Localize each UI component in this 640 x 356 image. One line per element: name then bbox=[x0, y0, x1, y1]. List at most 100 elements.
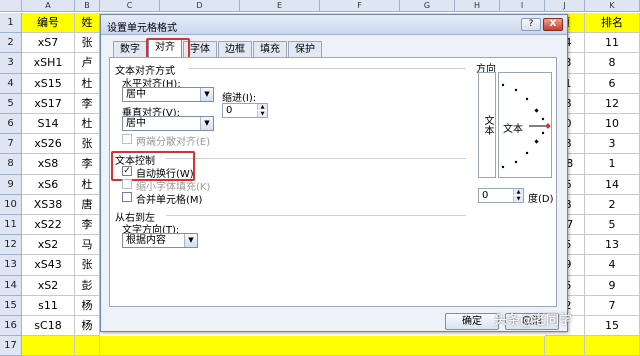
chevron-down-icon[interactable]: ▼ bbox=[200, 88, 213, 101]
col-header-e[interactable]: E bbox=[240, 0, 320, 12]
table-cell-a[interactable]: S14 bbox=[22, 114, 75, 135]
table-cell-b[interactable]: 杨 bbox=[75, 295, 100, 316]
spin-up-icon[interactable]: ▲ bbox=[257, 104, 267, 110]
row-header[interactable]: 8 bbox=[0, 154, 22, 175]
row-header[interactable]: 3 bbox=[0, 53, 22, 74]
header-cell-b[interactable]: 姓 bbox=[75, 13, 100, 34]
chevron-down-icon[interactable]: ▼ bbox=[200, 117, 213, 130]
justify-distributed-checkbox[interactable] bbox=[122, 134, 132, 144]
table-cell-k[interactable]: 1 bbox=[585, 154, 640, 175]
tab-number[interactable]: 数字 bbox=[113, 41, 147, 57]
table-cell-k[interactable]: 10 bbox=[585, 114, 640, 135]
row-header[interactable]: 16 bbox=[0, 316, 22, 337]
table-cell-k[interactable]: 2 bbox=[585, 194, 640, 215]
table-cell-b[interactable]: 李 bbox=[75, 154, 100, 175]
row-header[interactable]: 4 bbox=[0, 73, 22, 94]
table-cell-k[interactable]: 12 bbox=[585, 93, 640, 114]
col-header-d[interactable]: D bbox=[160, 0, 240, 12]
close-button[interactable]: X bbox=[543, 18, 563, 31]
table-cell-b[interactable]: 张 bbox=[75, 33, 100, 54]
row-header[interactable]: 15 bbox=[0, 295, 22, 316]
table-cell-a[interactable]: sC18 bbox=[22, 316, 75, 337]
col-header-i[interactable]: I bbox=[500, 0, 545, 12]
col-header-k[interactable]: K bbox=[585, 0, 640, 12]
table-cell-k[interactable]: 4 bbox=[585, 255, 640, 276]
dialog-titlebar[interactable]: 设置单元格格式 ? X bbox=[101, 15, 567, 35]
header-cell-a[interactable]: 编号 bbox=[22, 13, 75, 34]
row-header[interactable]: 9 bbox=[0, 174, 22, 195]
spin-up-icon[interactable]: ▲ bbox=[513, 189, 523, 195]
table-cell-k[interactable]: 9 bbox=[585, 275, 640, 296]
footer-cell-a[interactable] bbox=[22, 336, 75, 356]
table-cell-a[interactable]: xS15 bbox=[22, 73, 75, 94]
table-cell-k[interactable]: 13 bbox=[585, 235, 640, 256]
row-header[interactable]: 14 bbox=[0, 275, 22, 296]
row-header[interactable]: 5 bbox=[0, 93, 22, 114]
table-cell-k[interactable]: 15 bbox=[585, 316, 640, 337]
table-cell-k[interactable]: 8 bbox=[585, 53, 640, 74]
row-header[interactable]: 13 bbox=[0, 255, 22, 276]
row-header[interactable]: 7 bbox=[0, 134, 22, 155]
table-cell-a[interactable]: xS2 bbox=[22, 275, 75, 296]
table-cell-a[interactable]: xS6 bbox=[22, 174, 75, 195]
ok-button[interactable]: 确定 bbox=[445, 313, 499, 330]
spin-down-icon[interactable]: ▼ bbox=[257, 111, 267, 117]
select-all-corner[interactable] bbox=[0, 0, 22, 12]
yellow-band[interactable] bbox=[100, 336, 545, 356]
merge-cells-checkbox[interactable] bbox=[122, 192, 132, 202]
row-header[interactable]: 1 bbox=[0, 13, 22, 34]
table-cell-k[interactable]: 14 bbox=[585, 174, 640, 195]
table-cell-a[interactable]: xS22 bbox=[22, 215, 75, 236]
table-cell-a[interactable]: xSH1 bbox=[22, 53, 75, 74]
table-cell-a[interactable]: xS8 bbox=[22, 154, 75, 175]
table-cell-b[interactable]: 彭 bbox=[75, 275, 100, 296]
col-header-g[interactable]: G bbox=[400, 0, 455, 12]
degrees-stepper[interactable]: 0 ▲ ▼ bbox=[478, 188, 524, 203]
help-button[interactable]: ? bbox=[521, 18, 541, 31]
table-cell-a[interactable]: xS17 bbox=[22, 93, 75, 114]
table-cell-b[interactable]: 杜 bbox=[75, 73, 100, 94]
header-cell-k[interactable]: 排名 bbox=[585, 13, 640, 34]
table-cell-k[interactable]: 11 bbox=[585, 33, 640, 54]
table-cell-b[interactable]: 李 bbox=[75, 93, 100, 114]
spin-down-icon[interactable]: ▼ bbox=[513, 196, 523, 202]
row-header[interactable]: 11 bbox=[0, 215, 22, 236]
footer-cell-k[interactable] bbox=[585, 336, 640, 356]
table-cell-k[interactable]: 7 bbox=[585, 295, 640, 316]
row-header[interactable]: 17 bbox=[0, 336, 22, 356]
table-cell-b[interactable]: 李 bbox=[75, 215, 100, 236]
table-cell-a[interactable]: xS43 bbox=[22, 255, 75, 276]
table-cell-a[interactable]: XS38 bbox=[22, 194, 75, 215]
col-header-f[interactable]: F bbox=[320, 0, 400, 12]
chevron-down-icon[interactable]: ▼ bbox=[184, 234, 197, 247]
table-cell-a[interactable]: s11 bbox=[22, 295, 75, 316]
table-cell-b[interactable]: 张 bbox=[75, 255, 100, 276]
col-header-c[interactable]: C bbox=[100, 0, 160, 12]
table-cell-k[interactable]: 3 bbox=[585, 134, 640, 155]
tab-protection[interactable]: 保护 bbox=[288, 41, 322, 57]
row-header[interactable]: 6 bbox=[0, 114, 22, 135]
col-header-j[interactable]: J bbox=[545, 0, 585, 12]
row-header[interactable]: 10 bbox=[0, 194, 22, 215]
footer-cell-j[interactable] bbox=[545, 336, 585, 356]
table-cell-b[interactable]: 杜 bbox=[75, 114, 100, 135]
vertical-align-select[interactable]: 居中 ▼ bbox=[122, 116, 214, 131]
table-cell-k[interactable]: 6 bbox=[585, 73, 640, 94]
tab-border[interactable]: 边框 bbox=[218, 41, 252, 57]
indent-stepper[interactable]: 0 ▲ ▼ bbox=[222, 103, 268, 118]
table-cell-b[interactable]: 杨 bbox=[75, 316, 100, 337]
table-cell-a[interactable]: xS26 bbox=[22, 134, 75, 155]
shrink-to-fit-checkbox[interactable] bbox=[122, 179, 132, 189]
table-cell-k[interactable]: 5 bbox=[585, 215, 640, 236]
row-header[interactable]: 12 bbox=[0, 235, 22, 256]
footer-cell-b[interactable] bbox=[75, 336, 100, 356]
row-header[interactable]: 2 bbox=[0, 33, 22, 54]
vertical-text-toggle[interactable]: 文本 bbox=[478, 72, 496, 178]
col-header-b[interactable]: B bbox=[75, 0, 100, 12]
table-cell-a[interactable]: xS7 bbox=[22, 33, 75, 54]
orientation-dial[interactable]: 文本 bbox=[498, 72, 552, 178]
col-header-h[interactable]: H bbox=[455, 0, 500, 12]
col-header-a[interactable]: A bbox=[22, 0, 75, 12]
table-cell-b[interactable]: 马 bbox=[75, 235, 100, 256]
table-cell-b[interactable]: 张 bbox=[75, 134, 100, 155]
